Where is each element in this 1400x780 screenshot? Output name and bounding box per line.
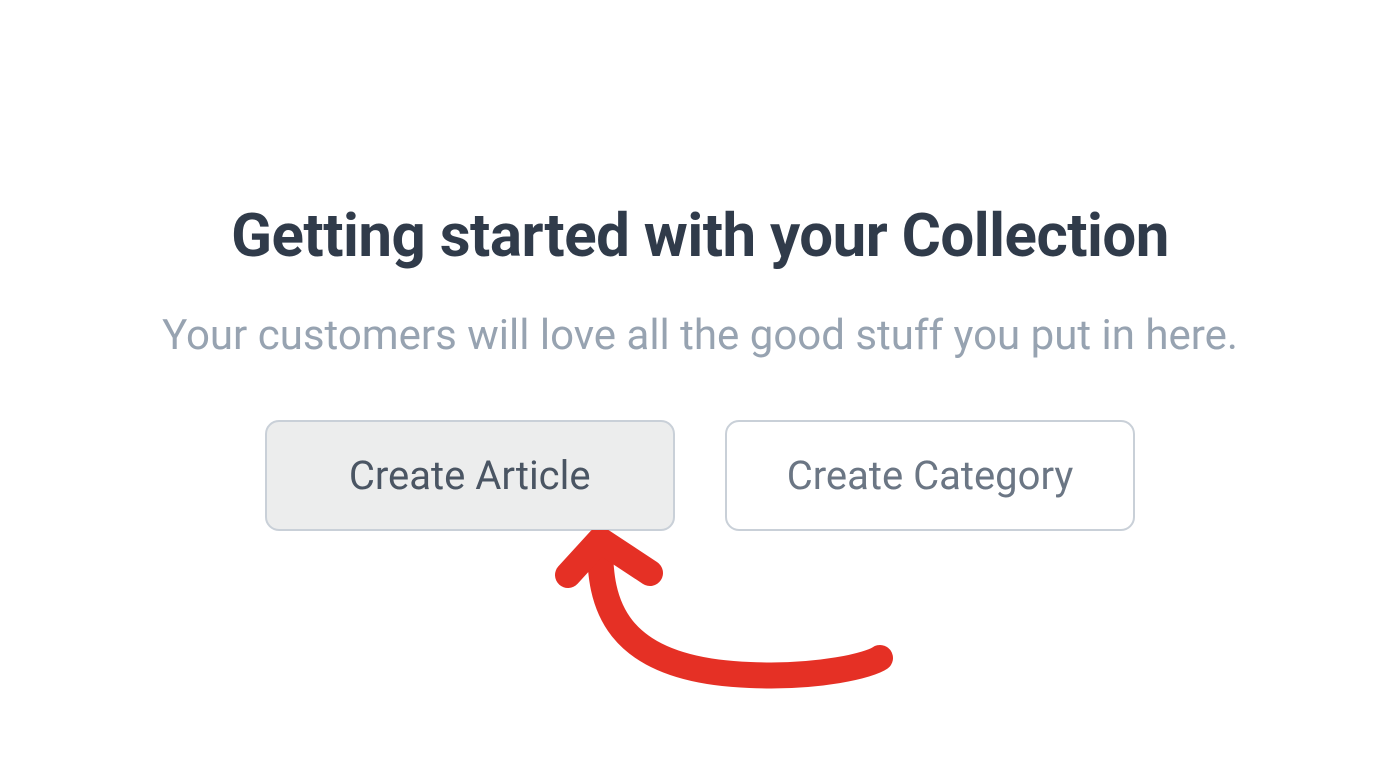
annotation-arrow-icon [540,530,920,780]
page-subtitle: Your customers will love all the good st… [162,311,1238,360]
button-row: Create Article Create Category [265,420,1136,531]
page-title: Getting started with your Collection [231,200,1169,271]
create-article-button[interactable]: Create Article [265,420,675,531]
create-category-button[interactable]: Create Category [725,420,1136,531]
